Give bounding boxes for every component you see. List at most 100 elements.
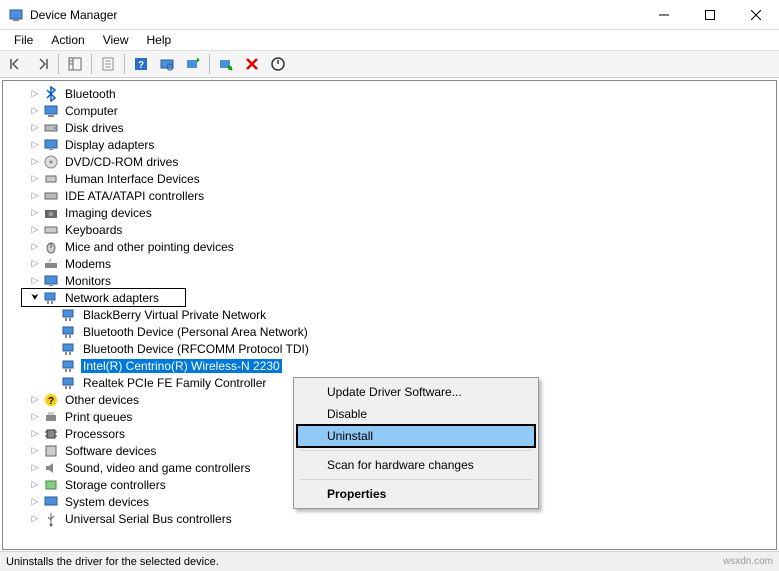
menubar: File Action View Help (0, 30, 779, 50)
chevron-right-icon[interactable]: ▷ (27, 426, 43, 442)
tree-item-bluetooth-pan[interactable]: Bluetooth Device (Personal Area Network) (3, 323, 776, 340)
menu-help[interactable]: Help (139, 31, 180, 49)
tree-item-dvd-cdrom[interactable]: ▷ DVD/CD-ROM drives (3, 153, 776, 170)
bluetooth-icon (43, 86, 59, 102)
disk-icon (43, 120, 59, 136)
tree-item-computer[interactable]: ▷ Computer (3, 102, 776, 119)
toolbar: ? (0, 50, 779, 78)
hid-icon (43, 171, 59, 187)
tree-item-network-adapters[interactable]: ⮟ Network adapters (3, 289, 776, 306)
camera-icon (43, 205, 59, 221)
ctx-scan-hardware[interactable]: Scan for hardware changes (297, 454, 535, 476)
chevron-right-icon[interactable]: ▷ (27, 256, 43, 272)
ctx-uninstall[interactable]: Uninstall (296, 424, 536, 448)
tree-item-imaging[interactable]: ▷ Imaging devices (3, 204, 776, 221)
tree-label: Human Interface Devices (63, 172, 202, 186)
computer-icon (43, 103, 59, 119)
network-adapter-icon (61, 341, 77, 357)
tree-item-blackberry-vpn[interactable]: BlackBerry Virtual Private Network (3, 306, 776, 323)
tree-label: Intel(R) Centrino(R) Wireless-N 2230 (81, 359, 282, 373)
tree-item-bluetooth[interactable]: ▷ Bluetooth (3, 85, 776, 102)
help-button[interactable]: ? (129, 52, 153, 76)
tree-label: Modems (63, 257, 113, 271)
properties-button[interactable] (96, 52, 120, 76)
tree-label: Mice and other pointing devices (63, 240, 236, 254)
chevron-right-icon[interactable]: ▷ (27, 120, 43, 136)
chevron-right-icon[interactable]: ▷ (27, 188, 43, 204)
uninstall-device-button[interactable] (240, 52, 264, 76)
tree-label: Storage controllers (63, 478, 168, 492)
network-adapter-icon (61, 324, 77, 340)
chevron-right-icon[interactable]: ▷ (27, 273, 43, 289)
tree-item-keyboards[interactable]: ▷ Keyboards (3, 221, 776, 238)
tree-label: Display adapters (63, 138, 156, 152)
tree-item-ide[interactable]: ▷ IDE ATA/ATAPI controllers (3, 187, 776, 204)
window-title: Device Manager (30, 8, 641, 22)
chevron-down-icon[interactable]: ⮟ (27, 290, 43, 306)
tree-label: Imaging devices (63, 206, 154, 220)
menu-file[interactable]: File (6, 31, 41, 49)
tree-label: DVD/CD-ROM drives (63, 155, 180, 169)
chevron-right-icon[interactable]: ▷ (27, 171, 43, 187)
tree-item-modems[interactable]: ▷ Modems (3, 255, 776, 272)
separator (299, 450, 533, 451)
disc-icon (43, 154, 59, 170)
app-icon (8, 7, 24, 23)
tree-item-monitors[interactable]: ▷ Monitors (3, 272, 776, 289)
tree-label: Bluetooth (63, 87, 118, 101)
svg-text:?: ? (138, 60, 144, 71)
minimize-button[interactable] (641, 0, 687, 30)
chevron-right-icon[interactable]: ▷ (27, 409, 43, 425)
chevron-right-icon[interactable]: ▷ (27, 392, 43, 408)
chevron-right-icon[interactable]: ▷ (27, 443, 43, 459)
close-button[interactable] (733, 0, 779, 30)
ctx-properties[interactable]: Properties (297, 483, 535, 505)
maximize-button[interactable] (687, 0, 733, 30)
chevron-right-icon[interactable]: ▷ (27, 460, 43, 476)
chevron-right-icon[interactable]: ▷ (27, 477, 43, 493)
chevron-right-icon[interactable]: ▷ (27, 222, 43, 238)
tree-item-display-adapters[interactable]: ▷ Display adapters (3, 136, 776, 153)
tree-item-mice[interactable]: ▷ Mice and other pointing devices (3, 238, 776, 255)
tree-item-bluetooth-rfcomm[interactable]: Bluetooth Device (RFCOMM Protocol TDI) (3, 340, 776, 357)
network-adapter-icon (61, 358, 77, 374)
mouse-icon (43, 239, 59, 255)
chevron-right-icon[interactable]: ▷ (27, 205, 43, 221)
device-tree-container: ▷ Bluetooth ▷ Computer ▷ Disk drives ▷ D… (2, 80, 777, 550)
disable-device-button[interactable] (214, 52, 238, 76)
ide-icon (43, 188, 59, 204)
update-driver-button[interactable] (181, 52, 205, 76)
tree-label: Realtek PCIe FE Family Controller (81, 376, 268, 390)
keyboard-icon (43, 222, 59, 238)
enable-device-button[interactable] (266, 52, 290, 76)
tree-item-hid[interactable]: ▷ Human Interface Devices (3, 170, 776, 187)
chevron-right-icon[interactable]: ▷ (27, 86, 43, 102)
chevron-right-icon[interactable]: ▷ (27, 154, 43, 170)
storage-icon (43, 477, 59, 493)
chevron-right-icon[interactable]: ▷ (27, 137, 43, 153)
tree-label: Keyboards (63, 223, 124, 237)
ctx-update-driver[interactable]: Update Driver Software... (297, 381, 535, 403)
back-button[interactable] (4, 52, 28, 76)
chevron-right-icon[interactable]: ▷ (27, 494, 43, 510)
tree-item-usb[interactable]: ▷ Universal Serial Bus controllers (3, 510, 776, 527)
tree-label: BlackBerry Virtual Private Network (81, 308, 268, 322)
ctx-disable[interactable]: Disable (297, 403, 535, 425)
network-adapter-icon (61, 375, 77, 391)
chevron-right-icon[interactable]: ▷ (27, 103, 43, 119)
chevron-right-icon[interactable]: ▷ (27, 511, 43, 527)
forward-button[interactable] (30, 52, 54, 76)
printer-icon (43, 409, 59, 425)
menu-view[interactable]: View (95, 31, 137, 49)
scan-hardware-button[interactable] (155, 52, 179, 76)
tree-label: Processors (63, 427, 127, 441)
tree-label: Universal Serial Bus controllers (63, 512, 234, 526)
window-controls (641, 0, 779, 30)
menu-action[interactable]: Action (43, 31, 92, 49)
tree-item-disk-drives[interactable]: ▷ Disk drives (3, 119, 776, 136)
tree-label: System devices (63, 495, 151, 509)
speaker-icon (43, 460, 59, 476)
show-hide-tree-button[interactable] (63, 52, 87, 76)
chevron-right-icon[interactable]: ▷ (27, 239, 43, 255)
tree-item-intel-centrino[interactable]: Intel(R) Centrino(R) Wireless-N 2230 (3, 357, 776, 374)
